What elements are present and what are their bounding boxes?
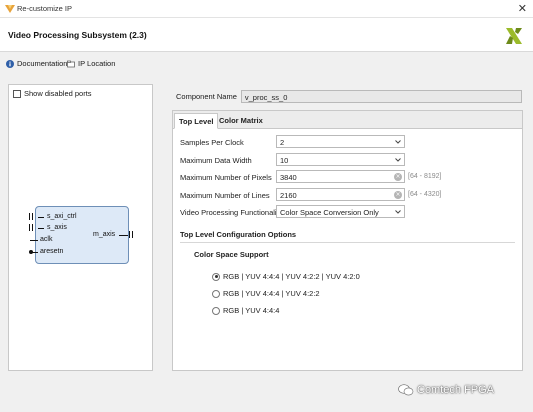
chevron-down-icon: [395, 158, 401, 162]
watermark-text: Comtech FPGA: [417, 384, 495, 396]
documentation-label: Documentation: [17, 59, 68, 68]
show-disabled-ports-label: Show disabled ports: [24, 89, 92, 98]
port-pin: [38, 217, 44, 218]
folder-icon: [67, 60, 75, 67]
color-space-option[interactable]: RGB | YUV 4:4:4 | YUV 4:2:2: [212, 289, 320, 298]
bus-marker: [29, 213, 33, 220]
ip-location-label: IP Location: [78, 59, 116, 68]
port-pin: [30, 240, 38, 241]
max-lines-value: 2160: [280, 191, 297, 200]
watermark: Comtech FPGA: [398, 384, 494, 396]
port-s-axi-ctrl: s_axi_ctrl: [47, 213, 77, 220]
color-space-option-label: RGB | YUV 4:4:4 | YUV 4:2:2: [223, 289, 320, 298]
component-name-field[interactable]: v_proc_ss_0: [240, 90, 522, 103]
title-bar: Re-customize IP ✕: [0, 0, 533, 18]
tab-top-level[interactable]: Top Level: [174, 113, 219, 129]
port-s-axis: s_axis: [47, 224, 67, 231]
color-space-option-label: RGB | YUV 4:4:4 | YUV 4:2:2 | YUV 4:2:0: [223, 272, 360, 281]
checkbox-box[interactable]: [13, 89, 21, 98]
color-space-option[interactable]: RGB | YUV 4:4:4: [212, 306, 279, 315]
max-lines-input[interactable]: 2160 ×: [276, 188, 405, 201]
max-data-width-value: 10: [280, 156, 289, 165]
dialog-header: Video Processing Subsystem (2.3): [0, 18, 533, 52]
tab-bar: Top Level Color Matrix: [173, 111, 522, 129]
radio-button[interactable]: [212, 289, 220, 298]
max-pixels-value: 3840: [280, 173, 297, 182]
samples-per-clock-select[interactable]: 2: [276, 135, 405, 148]
samples-per-clock-label: Samples Per Clock: [180, 138, 244, 147]
radio-button[interactable]: [212, 306, 220, 315]
color-space-option[interactable]: RGB | YUV 4:4:4 | YUV 4:2:2 | YUV 4:2:0: [212, 272, 360, 281]
max-lines-label: Maximum Number of Lines: [180, 191, 270, 200]
section-divider: [180, 242, 515, 243]
chevron-down-icon: [395, 140, 401, 144]
port-m-axis: m_axis: [93, 231, 116, 238]
samples-per-clock-value: 2: [280, 138, 285, 147]
window-title: Re-customize IP: [17, 4, 73, 13]
max-pixels-label: Maximum Number of Pixels: [180, 173, 272, 182]
link-bar: Documentation IP Location: [0, 53, 533, 75]
ip-location-link[interactable]: IP Location: [67, 59, 115, 68]
show-disabled-ports-checkbox[interactable]: Show disabled ports: [13, 89, 92, 98]
vivado-app-icon: [5, 5, 15, 13]
radio-button[interactable]: [212, 272, 220, 281]
bus-marker: [129, 231, 133, 238]
component-name-row: Component Name v_proc_ss_0: [176, 90, 522, 103]
component-name-label: Component Name: [176, 92, 237, 101]
tab-color-matrix[interactable]: Color Matrix: [215, 113, 267, 129]
xilinx-logo: [506, 28, 522, 44]
info-icon: [6, 59, 14, 68]
color-space-option-label: RGB | YUV 4:4:4: [223, 306, 280, 315]
close-icon[interactable]: ✕: [518, 2, 527, 15]
functionality-label: Video Processing Functionality: [180, 208, 283, 217]
max-lines-range: [64 - 4320]: [408, 191, 442, 198]
top-level-options-heading: Top Level Configuration Options: [180, 230, 297, 239]
max-data-width-label: Maximum Data Width: [180, 156, 252, 165]
wechat-icon: [398, 384, 414, 396]
documentation-link[interactable]: Documentation: [6, 59, 67, 68]
color-space-support-heading: Color Space Support: [194, 250, 269, 259]
ip-title: Video Processing Subsystem (2.3): [8, 30, 147, 40]
chevron-down-icon: [395, 210, 401, 214]
bus-marker: [29, 224, 33, 231]
port-pin: [119, 235, 128, 236]
max-pixels-range: [64 - 8192]: [408, 173, 442, 180]
port-aresetn: aresetn: [40, 248, 64, 255]
configuration-panel: Top Level Color Matrix Samples Per Clock…: [172, 110, 523, 371]
max-data-width-select[interactable]: 10: [276, 153, 405, 166]
reset-bubble: [29, 250, 33, 254]
port-aclk: aclk: [40, 236, 53, 243]
functionality-value: Color Space Conversion Only: [280, 208, 379, 217]
functionality-select[interactable]: Color Space Conversion Only: [276, 205, 405, 218]
max-pixels-input[interactable]: 3840 ×: [276, 170, 405, 183]
clear-icon[interactable]: ×: [394, 173, 402, 181]
port-pin: [38, 228, 44, 229]
clear-icon[interactable]: ×: [394, 191, 402, 199]
